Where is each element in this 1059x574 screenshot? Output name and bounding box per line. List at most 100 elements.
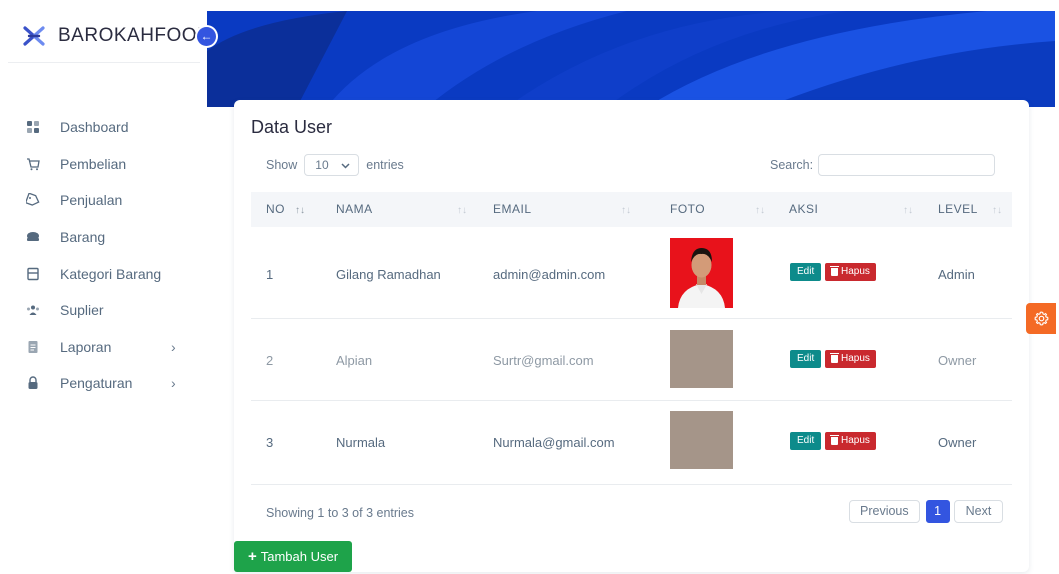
chevron-right-icon: › (171, 338, 176, 355)
sidebar-collapse-button[interactable]: ← (197, 27, 216, 46)
show-label: Show (266, 158, 298, 172)
column-header-nama[interactable]: NAMA (336, 192, 373, 227)
cell-level: Owner (938, 353, 977, 368)
pagination-previous[interactable]: Previous (849, 500, 920, 523)
report-icon (26, 340, 40, 354)
entries-length-value: 10 (315, 158, 329, 172)
user-photo-placeholder (670, 411, 733, 469)
entries-length-select[interactable]: 10 (304, 154, 360, 176)
delete-button-label: Hapus (841, 353, 870, 364)
trash-icon (830, 353, 839, 363)
search-label: Search: (770, 158, 814, 172)
header-banner (207, 11, 1055, 107)
add-user-label: Tambah User (260, 549, 339, 564)
table-row: 3 Nurmala Nurmala@gmail.com Edit Hapus O… (251, 401, 1012, 485)
category-icon (26, 267, 40, 281)
sort-ascending-icon: ↑↓ (295, 205, 305, 216)
data-user-card: Data User Show 10 entries Search: NO ↑↓ … (234, 100, 1029, 572)
edit-button[interactable]: Edit (790, 432, 822, 450)
sidebar-item-label: Pengaturan (60, 375, 133, 392)
sidebar-item-label: Suplier (60, 302, 104, 319)
cell-no: 2 (266, 353, 274, 368)
delete-button[interactable]: Hapus (825, 263, 876, 281)
sidebar-item-label: Kategori Barang (60, 265, 162, 282)
edit-button[interactable]: Edit (790, 350, 822, 368)
box-icon (26, 230, 40, 244)
cell-email: Nurmala@gmail.com (493, 435, 615, 450)
brand-divider (8, 62, 200, 63)
table-header: NO ↑↓ NAMA ↑↓ EMAIL ↑↓ FOTO ↑↓ AKSI ↑↓ L… (251, 192, 1012, 227)
page-title: Data User (251, 117, 333, 137)
sort-icon: ↑↓ (755, 205, 765, 216)
settings-tab[interactable] (1026, 303, 1056, 334)
cell-email: admin@admin.com (493, 267, 606, 282)
sidebar-item-suplier[interactable]: Suplier (0, 292, 207, 329)
sort-icon: ↑↓ (992, 205, 1002, 216)
sidebar: BAROKAHFOOD ← Dashboard Pembelian Penjua… (0, 0, 216, 574)
cart-icon (26, 157, 40, 171)
table-row: 1 Gilang Ramadhan admin@admin.com Edit H… (251, 227, 1012, 319)
sidebar-item-dashboard[interactable]: Dashboard (0, 109, 207, 146)
cell-no: 1 (266, 267, 274, 282)
sidebar-item-kategori-barang[interactable]: Kategori Barang (0, 255, 207, 292)
column-header-aksi[interactable]: AKSI (789, 192, 818, 227)
pagination-page-1[interactable]: 1 (925, 500, 950, 523)
arrow-left-icon: ← (200, 29, 213, 43)
sidebar-item-pengaturan[interactable]: Pengaturan › (0, 365, 207, 402)
column-header-level[interactable]: LEVEL (938, 192, 978, 227)
table-row: 2 Alpian Surtr@gmail.com Edit Hapus Owne… (251, 319, 1012, 401)
column-header-foto[interactable]: FOTO (670, 192, 705, 227)
sort-icon: ↑↓ (457, 205, 467, 216)
trash-icon (830, 266, 839, 276)
sort-icon: ↑↓ (621, 205, 631, 216)
cell-email: Surtr@gmail.com (493, 353, 594, 368)
lock-icon (26, 376, 40, 390)
brand-logo-icon (23, 26, 45, 46)
search-input[interactable] (818, 154, 996, 176)
group-icon (26, 303, 40, 317)
gear-icon (1034, 311, 1048, 326)
pagination: Previous 1 Next (849, 500, 1004, 523)
cell-nama: Gilang Ramadhan (336, 267, 441, 282)
entries-length-control: Show 10 entries (266, 154, 404, 176)
table-info: Showing 1 to 3 of 3 entries (266, 506, 415, 520)
entries-label: entries (366, 158, 404, 172)
delete-button[interactable]: Hapus (825, 350, 876, 368)
edit-button[interactable]: Edit (790, 263, 822, 281)
sidebar-item-label: Barang (60, 229, 106, 246)
page-scrollbar[interactable] (1055, 0, 1059, 574)
delete-button-label: Hapus (841, 266, 870, 277)
sidebar-item-barang[interactable]: Barang (0, 219, 207, 256)
chevron-right-icon: › (171, 375, 176, 392)
cell-no: 3 (266, 435, 274, 450)
user-photo (670, 238, 733, 308)
sort-icon: ↑↓ (903, 205, 913, 216)
dashboard-icon (26, 120, 40, 134)
sidebar-item-label: Laporan (60, 338, 112, 355)
brand-name: BAROKAHFOOD (58, 25, 212, 46)
cell-nama: Alpian (336, 353, 373, 368)
delete-button[interactable]: Hapus (825, 432, 876, 450)
cell-level: Admin (938, 267, 975, 282)
column-header-no[interactable]: NO (266, 192, 285, 227)
sidebar-item-label: Penjualan (60, 192, 123, 209)
sidebar-item-pembelian[interactable]: Pembelian (0, 146, 207, 183)
sidebar-menu: Dashboard Pembelian Penjualan Barang Kat… (0, 109, 207, 402)
trash-icon (830, 435, 839, 445)
sidebar-item-label: Pembelian (60, 155, 127, 172)
user-photo-placeholder (670, 330, 733, 388)
chevron-down-icon (341, 158, 350, 172)
add-user-button[interactable]: + Tambah User (234, 541, 352, 572)
brand[interactable]: BAROKAHFOOD (22, 22, 211, 50)
cell-nama: Nurmala (336, 435, 386, 450)
sale-tag-icon (26, 193, 40, 207)
table-search: Search: (770, 154, 996, 176)
sidebar-item-label: Dashboard (60, 119, 129, 136)
pagination-next[interactable]: Next (953, 500, 1004, 523)
sidebar-item-laporan[interactable]: Laporan › (0, 329, 207, 366)
plus-icon: + (247, 548, 257, 565)
cell-level: Owner (938, 435, 977, 450)
sidebar-item-penjualan[interactable]: Penjualan (0, 182, 207, 219)
delete-button-label: Hapus (841, 435, 870, 446)
column-header-email[interactable]: EMAIL (493, 192, 532, 227)
